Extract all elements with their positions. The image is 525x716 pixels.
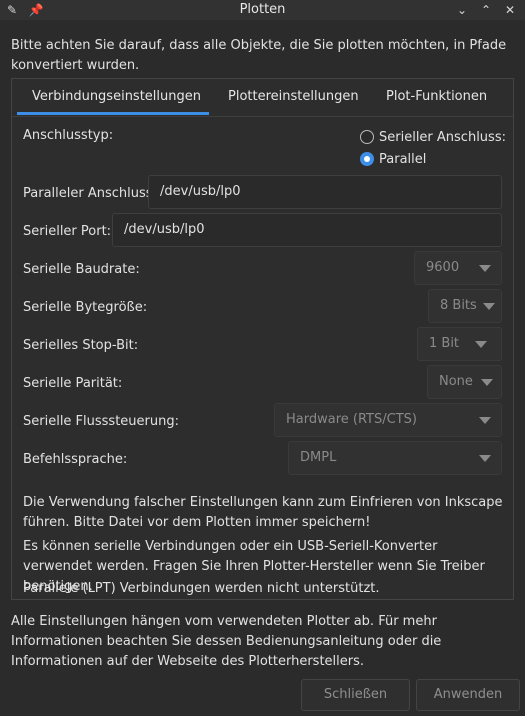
serial-port-input[interactable]: /dev/usb/lp0 <box>112 213 502 247</box>
radio-serial-label[interactable]: Serieller Anschluss: <box>379 130 506 145</box>
serial-port-value: /dev/usb/lp0 <box>124 222 205 237</box>
connection-type-label: Anschlusstyp: <box>23 128 114 143</box>
command-language-select[interactable]: DMPL <box>288 441 502 475</box>
bytesize-label: Serielle Bytegröße: <box>23 300 148 315</box>
bytesize-select[interactable]: 8 Bits <box>428 289 502 323</box>
title-bar: ✎ 📌 Plotten ⌄ ⌃ ✕ <box>0 0 525 20</box>
parity-select[interactable]: None <box>427 365 502 399</box>
tab-plotter[interactable]: Plottereinstellungen <box>228 89 359 104</box>
stopbit-label: Serielles Stop-Bit: <box>23 338 139 353</box>
serial-port-label: Serieller Port: <box>23 224 112 239</box>
warning-note: Die Verwendung falscher Einstellungen ka… <box>23 495 503 530</box>
chevron-down-icon <box>479 455 491 462</box>
baudrate-label: Serielle Baudrate: <box>23 262 140 277</box>
baudrate-value: 9600 <box>426 260 460 275</box>
chevron-down-icon <box>479 265 491 272</box>
flow-control-label: Serielle Flusssteuerung: <box>23 414 179 429</box>
parallel-unsupported-note: Parallele (LPT) Verbindungen werden nich… <box>23 581 380 596</box>
tab-bar: Verbindungseinstellungen Plottereinstell… <box>12 79 513 117</box>
parallel-port-value: /dev/usb/lp0 <box>160 184 241 199</box>
chevron-down-icon <box>479 417 491 424</box>
chevron-down-icon <box>475 341 487 348</box>
command-language-value: DMPL <box>300 450 337 465</box>
command-language-label: Befehlssprache: <box>23 452 128 467</box>
flow-control-value: Hardware (RTS/CTS) <box>286 412 417 427</box>
chevron-down-icon <box>481 379 493 386</box>
parity-label: Serielle Parität: <box>23 376 123 391</box>
chevron-up-icon[interactable]: ⌃ <box>478 2 494 18</box>
apply-button[interactable]: Anwenden <box>416 679 520 711</box>
parallel-port-label: Paralleler Anschluss: <box>23 186 157 201</box>
active-tab-indicator <box>17 112 209 115</box>
flow-control-select[interactable]: Hardware (RTS/CTS) <box>274 403 502 437</box>
footer-text: Alle Einstellungen hängen vom verwendete… <box>11 614 442 669</box>
stopbit-value: 1 Bit <box>429 336 460 351</box>
chevron-down-icon[interactable]: ⌄ <box>454 2 470 18</box>
parallel-port-input[interactable]: /dev/usb/lp0 <box>148 175 502 209</box>
bytesize-value: 8 Bits <box>440 298 477 313</box>
baudrate-select[interactable]: 9600 <box>414 251 502 285</box>
chevron-down-icon <box>483 303 495 310</box>
window-title: Plotten <box>239 2 286 17</box>
radio-serial[interactable] <box>360 130 374 144</box>
close-icon[interactable]: ✕ <box>502 2 518 18</box>
settings-panel: Verbindungseinstellungen Plottereinstell… <box>11 78 514 600</box>
radio-parallel[interactable] <box>360 152 374 166</box>
parity-value: None <box>439 374 473 389</box>
close-button[interactable]: Schließen <box>301 679 410 711</box>
stopbit-select[interactable]: 1 Bit <box>417 327 502 361</box>
tab-plot-functions[interactable]: Plot-Funktionen <box>386 89 487 104</box>
radio-parallel-label[interactable]: Parallel <box>379 152 426 167</box>
tab-connection[interactable]: Verbindungseinstellungen <box>32 89 201 104</box>
intro-text: Bitte achten Sie darauf, dass alle Objek… <box>11 38 507 73</box>
